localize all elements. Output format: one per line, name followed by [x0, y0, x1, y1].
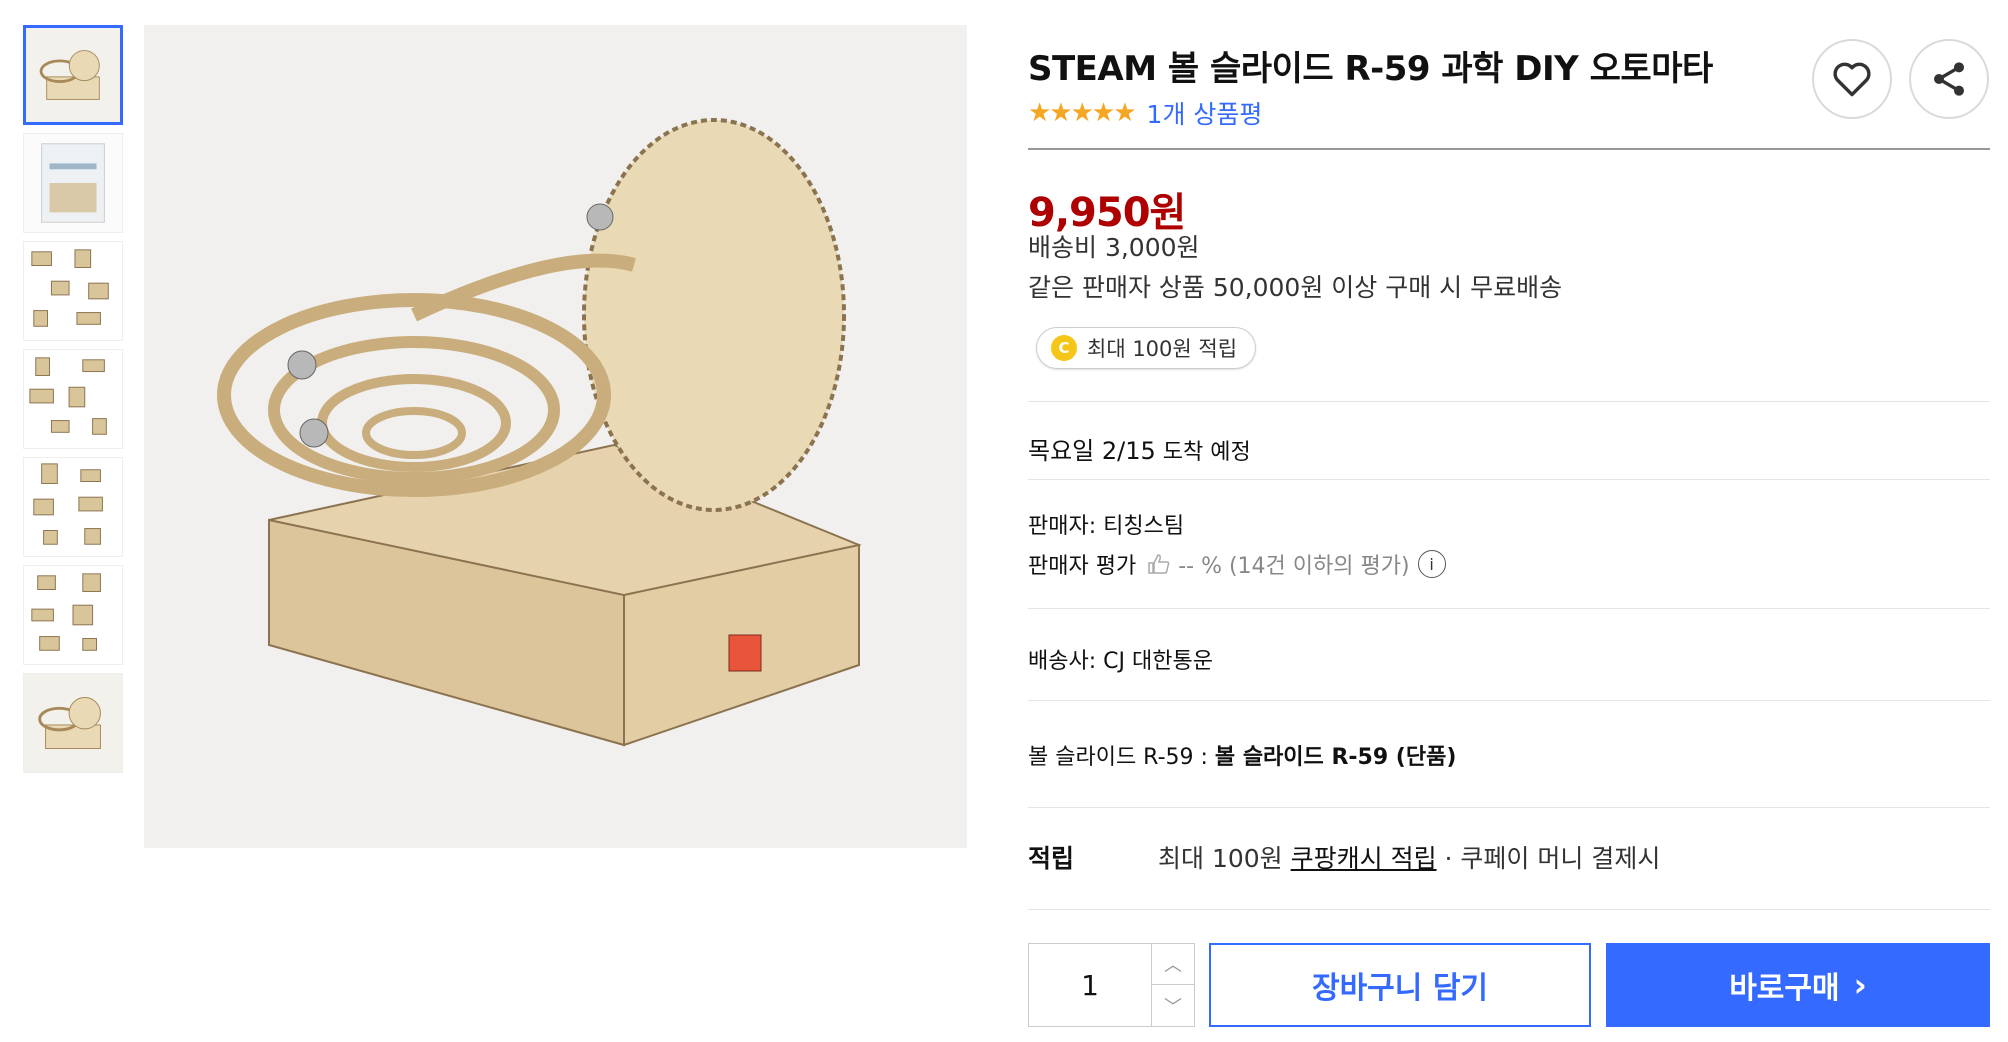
seller-rating: 판매자 평가 -- % (14건 이하의 평가) i — [1028, 548, 1446, 580]
chevron-up-icon: ︿ — [1164, 955, 1182, 976]
thumbnail-6[interactable] — [23, 565, 123, 665]
wishlist-button[interactable] — [1812, 39, 1892, 119]
quantity-increase-button[interactable]: ︿ — [1151, 944, 1194, 985]
option-label: 볼 슬라이드 R-59 : — [1028, 745, 1215, 770]
section-divider-6 — [1028, 909, 1990, 910]
quantity-input[interactable]: 1 — [1029, 944, 1151, 1026]
shipping-fee: 배송비 3,000원 — [1028, 233, 1200, 262]
share-icon — [1934, 62, 1964, 96]
section-divider-4 — [1028, 700, 1990, 701]
section-divider-3 — [1028, 608, 1990, 609]
quantity-decrease-button[interactable]: ﹀ — [1151, 985, 1194, 1026]
cash-reward-text: 최대 100원 적립 — [1087, 337, 1238, 361]
reward-detail: 최대 100원 쿠팡캐시 적립 · 쿠페이 머니 결제시 — [1158, 839, 1660, 875]
product-title: STEAM 볼 슬라이드 R-59 과학 DIY 오토마타 — [1028, 49, 1713, 89]
quantity-stepper: 1 ︿ ﹀ — [1028, 943, 1195, 1027]
free-shipping-note: 같은 판매자 상품 50,000원 이상 구매 시 무료배송 — [1028, 273, 1563, 302]
star-rating-icon: ★★★★★ — [1028, 98, 1137, 128]
buy-now-button[interactable]: 바로구매 › — [1606, 943, 1990, 1027]
section-divider-1 — [1028, 401, 1990, 402]
chevron-down-icon: ﹀ — [1164, 996, 1182, 1018]
reward-label: 적립 — [1028, 844, 1075, 873]
thumbnail-list — [23, 25, 125, 781]
main-product-image[interactable] — [144, 25, 967, 848]
reward-prefix: 최대 100원 — [1158, 844, 1291, 873]
thumbs-up-icon — [1148, 554, 1170, 574]
option-value: 볼 슬라이드 R-59 (단품) — [1214, 745, 1457, 770]
thumbnail-2[interactable] — [23, 133, 123, 233]
title-divider — [1028, 148, 1990, 150]
section-divider-5 — [1028, 807, 1990, 808]
info-icon[interactable]: i — [1417, 550, 1446, 578]
chevron-right-icon: › — [1853, 966, 1867, 1004]
courier-info: 배송사: CJ 대한통운 — [1028, 649, 1213, 674]
seller-name[interactable]: 판매자: 티칭스팀 — [1028, 508, 1184, 540]
add-to-cart-button[interactable]: 장바구니 담기 — [1209, 943, 1591, 1027]
seller-rating-value: -- % (14건 이하의 평가) — [1178, 554, 1410, 579]
rating-row: ★★★★★ 1개 상품평 — [1028, 95, 1262, 131]
share-button[interactable] — [1909, 39, 1989, 119]
seller-rating-value-wrap: -- % (14건 이하의 평가) — [1146, 548, 1410, 580]
thumbnail-7[interactable] — [23, 673, 123, 773]
section-divider-2 — [1028, 479, 1990, 480]
buy-now-label: 바로구매 — [1729, 971, 1840, 1006]
coupang-cash-link[interactable]: 쿠팡캐시 적립 — [1291, 844, 1437, 873]
reward-suffix: · 쿠페이 머니 결제시 — [1436, 844, 1661, 873]
heart-icon — [1833, 62, 1871, 97]
selected-option[interactable]: 볼 슬라이드 R-59 : 볼 슬라이드 R-59 (단품) — [1028, 739, 1456, 771]
cash-reward-badge: C 최대 100원 적립 — [1036, 327, 1257, 369]
arrival-estimate: 목요일 2/15 도착 예정 — [1028, 431, 1251, 466]
review-count-link[interactable]: 1개 상품평 — [1147, 95, 1263, 131]
arrival-suffix: 도착 예정 — [1155, 440, 1251, 465]
seller-rating-label: 판매자 평가 — [1028, 554, 1137, 579]
arrival-date: 목요일 2/15 — [1028, 437, 1156, 465]
thumbnail-4[interactable] — [23, 349, 123, 449]
thumbnail-3[interactable] — [23, 241, 123, 341]
coin-icon: C — [1051, 335, 1077, 361]
thumbnail-5[interactable] — [23, 457, 123, 557]
thumbnail-1[interactable] — [23, 25, 123, 125]
